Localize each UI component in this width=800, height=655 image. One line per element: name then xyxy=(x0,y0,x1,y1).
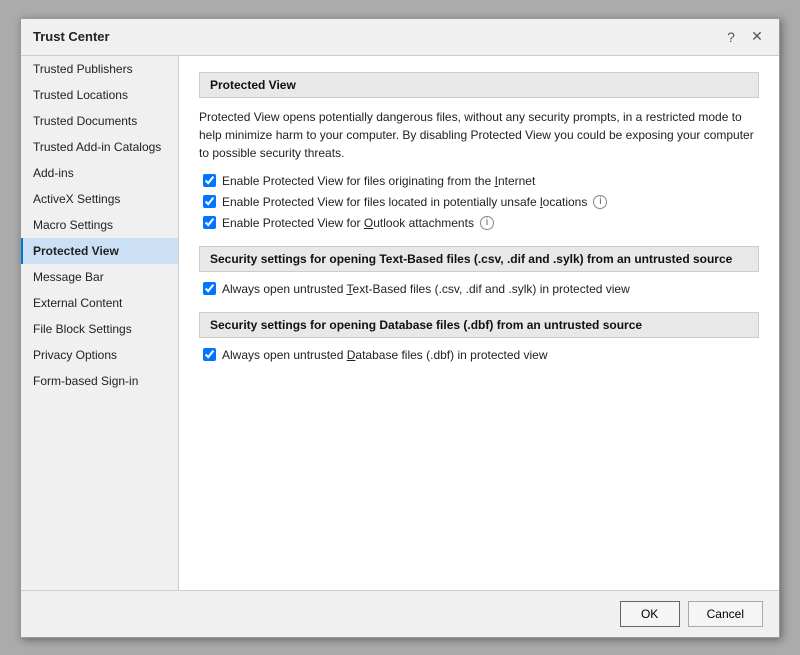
always-open-database-checkbox[interactable] xyxy=(203,348,216,361)
ok-button[interactable]: OK xyxy=(620,601,680,627)
sidebar-item-external-content[interactable]: External Content xyxy=(21,290,178,316)
underline-locations: l xyxy=(540,195,543,209)
unsafe-locations-info-icon[interactable]: i xyxy=(593,195,607,209)
close-button[interactable]: ✕ xyxy=(747,27,767,47)
checkbox-row-outlook: Enable Protected View for Outlook attach… xyxy=(203,216,759,230)
text-based-section-header: Security settings for opening Text-Based… xyxy=(199,246,759,272)
enable-outlook-checkbox[interactable] xyxy=(203,216,216,229)
sidebar-item-form-based-sign-in[interactable]: Form-based Sign-in xyxy=(21,368,178,394)
dialog-footer: OK Cancel xyxy=(21,590,779,637)
main-section-header: Protected View xyxy=(199,72,759,98)
checkbox-row-unsafe-locations: Enable Protected View for files located … xyxy=(203,195,759,209)
always-open-text-based-label[interactable]: Always open untrusted Text-Based files (… xyxy=(222,282,630,296)
database-section: Security settings for opening Database f… xyxy=(199,312,759,362)
underline-text-based: T xyxy=(347,282,353,296)
underline-database: D xyxy=(347,348,356,362)
sidebar-item-trusted-add-in-catalogs[interactable]: Trusted Add-in Catalogs xyxy=(21,134,178,160)
sidebar-item-privacy-options[interactable]: Privacy Options xyxy=(21,342,178,368)
enable-unsafe-locations-label[interactable]: Enable Protected View for files located … xyxy=(222,195,587,209)
sidebar-item-activex-settings[interactable]: ActiveX Settings xyxy=(21,186,178,212)
sidebar-item-trusted-documents[interactable]: Trusted Documents xyxy=(21,108,178,134)
title-bar-controls: ? ✕ xyxy=(721,27,767,47)
enable-outlook-label[interactable]: Enable Protected View for Outlook attach… xyxy=(222,216,474,230)
dialog-title: Trust Center xyxy=(33,29,110,44)
enable-unsafe-locations-checkbox[interactable] xyxy=(203,195,216,208)
outlook-info-icon[interactable]: i xyxy=(480,216,494,230)
description-text: Protected View opens potentially dangero… xyxy=(199,108,759,162)
cancel-button[interactable]: Cancel xyxy=(688,601,763,627)
checkbox-row-text-based: Always open untrusted Text-Based files (… xyxy=(203,282,759,296)
enable-internet-label[interactable]: Enable Protected View for files originat… xyxy=(222,174,535,188)
sidebar-item-file-block-settings[interactable]: File Block Settings xyxy=(21,316,178,342)
sidebar-item-protected-view[interactable]: Protected View xyxy=(21,238,178,264)
sidebar-item-trusted-locations[interactable]: Trusted Locations xyxy=(21,82,178,108)
title-bar: Trust Center ? ✕ xyxy=(21,19,779,56)
database-section-header: Security settings for opening Database f… xyxy=(199,312,759,338)
sidebar-item-add-ins[interactable]: Add-ins xyxy=(21,160,178,186)
enable-internet-checkbox[interactable] xyxy=(203,174,216,187)
help-button[interactable]: ? xyxy=(721,27,741,47)
sidebar: Trusted PublishersTrusted LocationsTrust… xyxy=(21,56,179,590)
checkbox-row-internet: Enable Protected View for files originat… xyxy=(203,174,759,188)
text-based-section: Security settings for opening Text-Based… xyxy=(199,246,759,296)
underline-outlook: O xyxy=(364,216,373,230)
protected-view-section: Protected View Protected View opens pote… xyxy=(199,72,759,230)
sidebar-item-trusted-publishers[interactable]: Trusted Publishers xyxy=(21,56,178,82)
dialog-body: Trusted PublishersTrusted LocationsTrust… xyxy=(21,56,779,590)
content-area: Protected View Protected View opens pote… xyxy=(179,56,779,590)
always-open-database-label[interactable]: Always open untrusted Database files (.d… xyxy=(222,348,548,362)
always-open-text-based-checkbox[interactable] xyxy=(203,282,216,295)
sidebar-item-macro-settings[interactable]: Macro Settings xyxy=(21,212,178,238)
underline-internet: I xyxy=(495,174,498,188)
trust-center-dialog: Trust Center ? ✕ Trusted PublishersTrust… xyxy=(20,18,780,638)
checkbox-row-database: Always open untrusted Database files (.d… xyxy=(203,348,759,362)
sidebar-item-message-bar[interactable]: Message Bar xyxy=(21,264,178,290)
